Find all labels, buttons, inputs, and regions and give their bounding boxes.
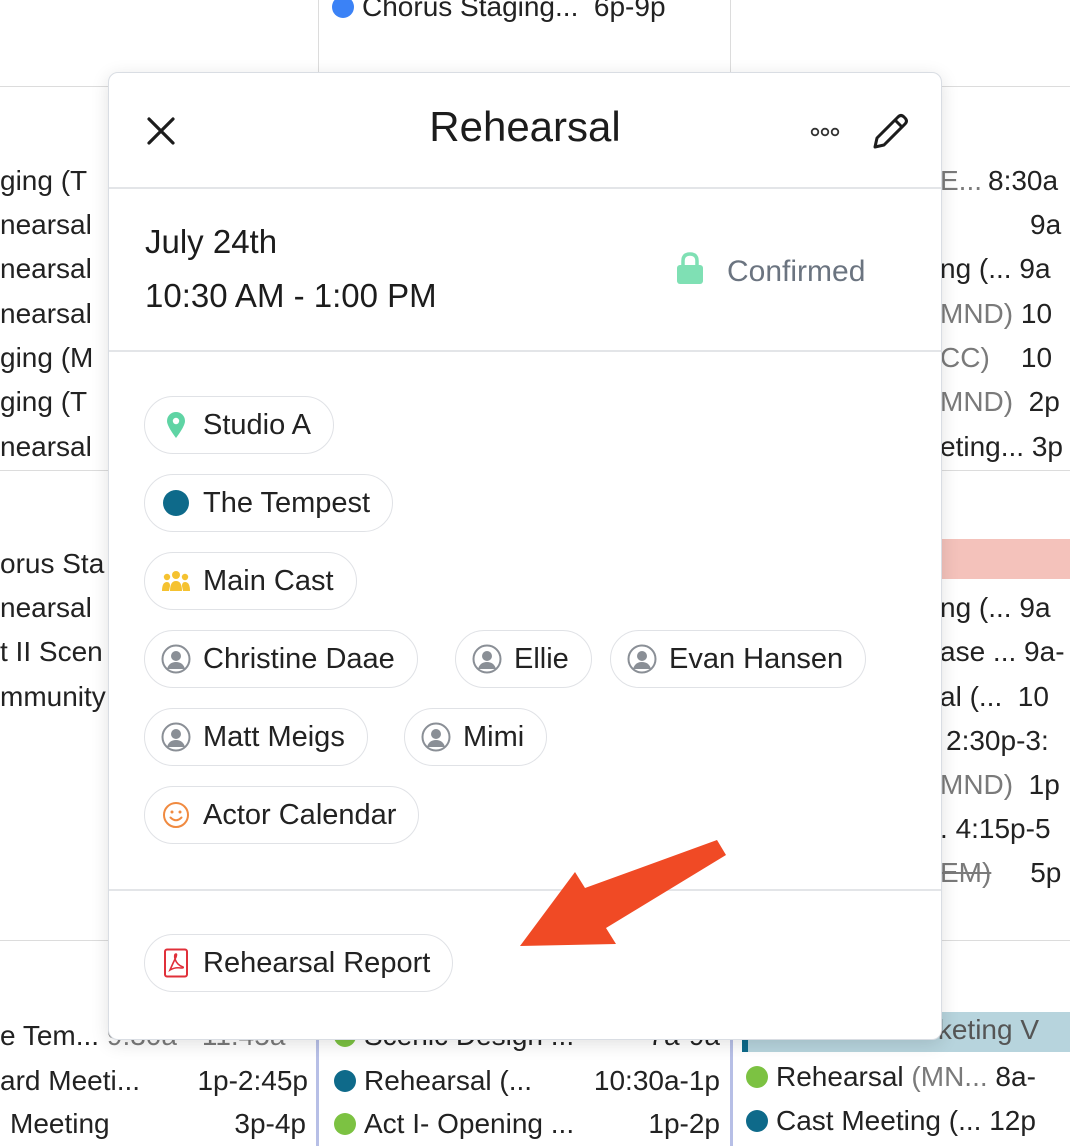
divider [109,187,941,189]
event-dot [746,1110,768,1132]
user-icon [421,722,451,752]
calendar-event[interactable]: 2:30p-3: [946,724,1049,758]
calendar-event[interactable]: CC) 10 [940,341,1052,375]
production-chip[interactable]: The Tempest [144,474,394,532]
person-chip[interactable]: Ellie [455,630,592,688]
calendar-event[interactable]: . 4:15p-5 [940,812,1051,846]
event-dot [334,1113,356,1135]
person-chip[interactable]: Matt Meigs [144,708,368,766]
more-icon [810,127,840,137]
event-dot [332,0,354,18]
calendar-event[interactable]: nearsal [0,252,92,286]
more-button[interactable] [809,125,841,139]
event-popover: Rehearsal July 24th 10:30 AM - 1:00 PM C… [108,72,942,1040]
calendar-event[interactable]: 9a [1030,208,1061,242]
event-dot [746,1066,768,1088]
user-icon [472,644,502,674]
location-pin-icon [161,410,191,440]
calendar-event[interactable]: nearsal [0,430,92,464]
calendar-event[interactable]: mmunity [0,680,106,714]
calendar-event[interactable]: Act I- Opening ... 1p-2p [334,1107,720,1141]
user-icon [161,722,191,752]
calendar-event[interactable]: Rehearsal (... 10:30a-1p [334,1064,720,1098]
calendar-event[interactable]: Rehearsal (MN... 8a- [746,1060,1036,1094]
calendar-event[interactable]: ard Meeti... 1p-2:45p [0,1064,308,1098]
calendar-event[interactable]: ging (M [0,341,93,375]
calendar-chip[interactable]: Actor Calendar [144,786,420,844]
status-badge: Confirmed [675,251,865,293]
calendar-event[interactable]: Cast Meeting (... 12p [746,1104,1036,1138]
location-chip[interactable]: Studio A [144,396,335,454]
person-chip[interactable]: Mimi [404,708,548,766]
person-chip[interactable]: Christine Daae [144,630,418,688]
event-time: 10:30 AM - 1:00 PM [145,277,437,314]
grid-line [730,0,731,72]
event-date: July 24th [145,223,278,260]
calendar-event[interactable]: al (... 10 [940,680,1049,714]
calendar-event[interactable]: Chorus Staging... 6p-9p [332,0,666,24]
divider [109,889,941,891]
pdf-icon [161,948,191,978]
group-chip[interactable]: Main Cast [144,552,357,610]
user-icon [627,644,657,674]
group-icon [161,566,191,596]
event-banner[interactable] [940,539,1070,579]
grid-line [316,1035,319,1146]
calendar-event[interactable]: ging (T [0,385,87,419]
user-icon [161,644,191,674]
grid-line [318,0,319,72]
edit-button[interactable] [867,111,911,155]
calendar-event[interactable]: ng (... 9a [940,252,1051,286]
calendar-event[interactable]: MND) 1p [940,768,1060,802]
calendar-event[interactable]: nearsal [0,297,92,331]
event-dot [334,1070,356,1092]
calendar-event[interactable]: ging (T [0,164,87,198]
calendar-event[interactable]: E... 8:30a [940,164,1070,198]
calendar-event[interactable]: nearsal [0,208,92,242]
calendar-event[interactable]: orus Sta [0,547,104,581]
calendar-event[interactable]: ng (... 9a [940,591,1051,625]
calendar-event[interactable]: EM) 5p [940,856,1061,890]
production-dot-icon [161,488,191,518]
grid-line [730,1035,733,1146]
calendar-event[interactable]: eting... 3p [940,430,1063,464]
calendar-event[interactable]: ase ... 9a- [940,635,1065,669]
divider [109,350,941,352]
calendar-event[interactable]: nearsal [0,591,92,625]
calendar-event[interactable]: MND) 2p [940,385,1060,419]
attachment-chip[interactable]: Rehearsal Report [144,934,454,992]
lock-icon [675,251,705,293]
calendar-event[interactable]: t II Scen [0,635,103,669]
smiley-icon [161,800,191,830]
calendar-event[interactable]: Meeting 3p-4p [10,1107,306,1141]
calendar-event[interactable]: MND) 10 [940,297,1052,331]
person-chip[interactable]: Evan Hansen [610,630,867,688]
pencil-icon [873,114,908,149]
grid-line [0,470,110,471]
grid-line [940,470,1070,471]
